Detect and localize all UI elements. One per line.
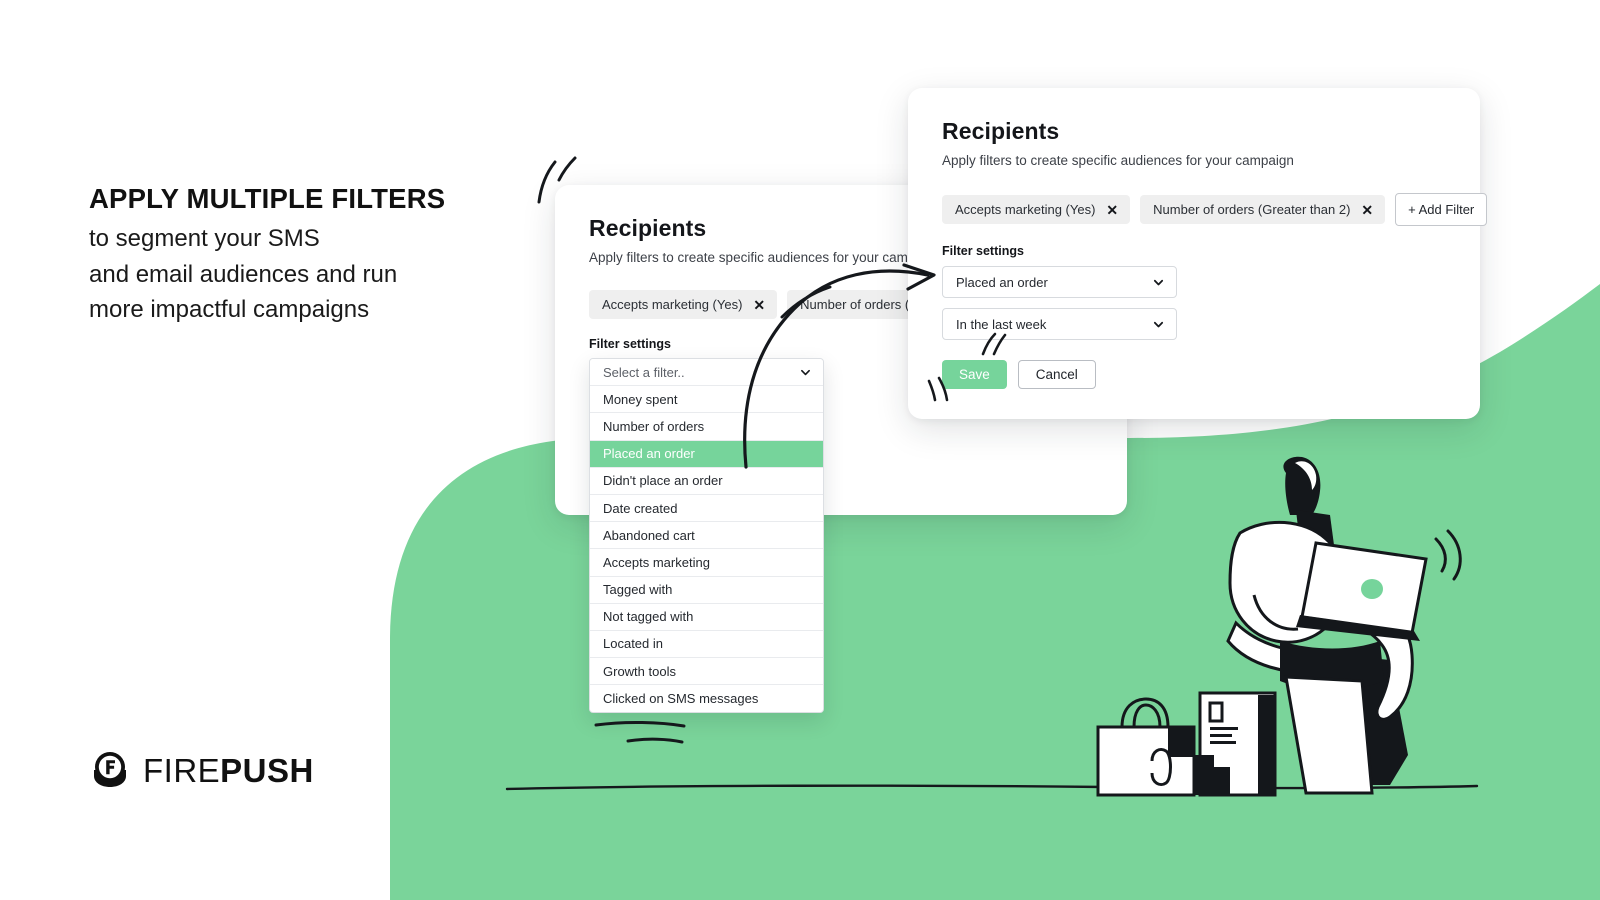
chevron-down-icon bbox=[1153, 321, 1164, 327]
card-front-title: Recipients bbox=[942, 118, 1060, 144]
filter-chip-number-of-orders[interactable]: Number of orders (Greater than 2) ✕ bbox=[1140, 195, 1386, 224]
filter-select-dropdown[interactable]: Select a filter.. Money spent Number of … bbox=[589, 358, 824, 714]
option-label: Abandoned cart bbox=[603, 527, 695, 543]
option-label: Accepts marketing bbox=[603, 554, 710, 570]
firepush-logo-icon bbox=[94, 752, 126, 787]
option-label: Didn't place an order bbox=[603, 473, 723, 489]
card-front-button-row: Save Cancel bbox=[942, 360, 1446, 389]
dropdown-option-tagged-with[interactable]: Tagged with bbox=[590, 576, 823, 604]
option-label: Clicked on SMS messages bbox=[603, 691, 759, 707]
headline-subtitle: to segment your SMS and email audiences … bbox=[89, 221, 559, 327]
page-title: APPLY MULTIPLE FILTERS bbox=[89, 183, 446, 214]
wordmark-push: PUSH bbox=[220, 751, 314, 789]
option-label: Number of orders bbox=[603, 418, 705, 434]
filter-chip-accepts-marketing[interactable]: Accepts marketing (Yes) ✕ bbox=[589, 290, 778, 319]
dropdown-option-placed-an-order[interactable]: Placed an order bbox=[590, 440, 823, 468]
add-filter-button[interactable]: + Add Filter bbox=[1395, 193, 1488, 226]
close-icon[interactable]: ✕ bbox=[1106, 203, 1118, 217]
option-label: Placed an order bbox=[603, 446, 695, 462]
dropdown-option-clicked-on-sms-messages[interactable]: Clicked on SMS messages bbox=[590, 685, 823, 713]
filter-chip-accepts-marketing[interactable]: Accepts marketing (Yes) ✕ bbox=[942, 195, 1131, 224]
dropdown-option-growth-tools[interactable]: Growth tools bbox=[590, 658, 823, 686]
wordmark-fire: FIRE bbox=[143, 751, 221, 789]
dropdown-option-not-tagged-with[interactable]: Not tagged with bbox=[590, 603, 823, 631]
headline-line-1: to segment your SMS bbox=[89, 225, 320, 253]
chip-label: Number of orders (Greater than 2) bbox=[1153, 202, 1351, 217]
option-label: Tagged with bbox=[603, 582, 673, 598]
dropdown-option-located-in[interactable]: Located in bbox=[590, 630, 823, 659]
recipients-card-front: Recipients Apply filters to create speci… bbox=[908, 88, 1488, 419]
headline-line-2: and email audiences and run bbox=[89, 260, 398, 288]
close-icon[interactable]: ✕ bbox=[753, 298, 765, 312]
save-button[interactable]: Save bbox=[942, 360, 1007, 389]
person-with-laptop-illustration bbox=[1096, 456, 1462, 797]
dropdown-option-date-created[interactable]: Date created bbox=[590, 494, 823, 523]
option-label: Money spent bbox=[603, 391, 678, 407]
option-label: Located in bbox=[603, 636, 663, 652]
headline-line-3: more impactful campaigns bbox=[89, 295, 370, 323]
cancel-button[interactable]: Cancel bbox=[1017, 360, 1096, 389]
chevron-down-icon bbox=[1153, 279, 1164, 285]
chevron-down-icon bbox=[801, 369, 810, 375]
timeframe-select[interactable]: In the last week bbox=[942, 308, 1177, 340]
card-front-chip-row: Accepts marketing (Yes) ✕ Number of orde… bbox=[942, 193, 1488, 226]
option-label: Growth tools bbox=[603, 663, 676, 679]
filter-type-select[interactable]: Placed an order bbox=[942, 266, 1177, 298]
timeframe-value: In the last week bbox=[956, 316, 1047, 332]
dropdown-option-number-of-orders[interactable]: Number of orders bbox=[590, 413, 823, 441]
promo-banner: APPLY MULTIPLE FILTERS to segment your S… bbox=[0, 0, 1600, 900]
firepush-wordmark: FIREPUSH bbox=[143, 754, 314, 787]
close-icon[interactable]: ✕ bbox=[1361, 203, 1373, 217]
dropdown-option-money-spent[interactable]: Money spent bbox=[590, 386, 823, 414]
dropdown-option-didnt-place-an-order[interactable]: Didn't place an order bbox=[590, 467, 823, 495]
card-front-subtitle: Apply filters to create specific audienc… bbox=[942, 153, 1294, 168]
option-label: Not tagged with bbox=[603, 609, 694, 625]
card-front-filter-settings-label: Filter settings bbox=[942, 244, 1024, 258]
firepush-logo: FIREPUSH bbox=[88, 748, 314, 792]
dropdown-header[interactable]: Select a filter.. bbox=[590, 359, 823, 387]
filter-type-value: Placed an order bbox=[956, 274, 1048, 290]
dropdown-option-accepts-marketing[interactable]: Accepts marketing bbox=[590, 549, 823, 577]
option-label: Date created bbox=[603, 500, 678, 516]
dropdown-option-abandoned-cart[interactable]: Abandoned cart bbox=[590, 522, 823, 550]
headline-block: APPLY MULTIPLE FILTERS to segment your S… bbox=[89, 182, 559, 327]
chip-label: Accepts marketing (Yes) bbox=[602, 297, 743, 312]
chip-label: Accepts marketing (Yes) bbox=[955, 202, 1096, 217]
dropdown-header-label: Select a filter.. bbox=[603, 364, 685, 380]
